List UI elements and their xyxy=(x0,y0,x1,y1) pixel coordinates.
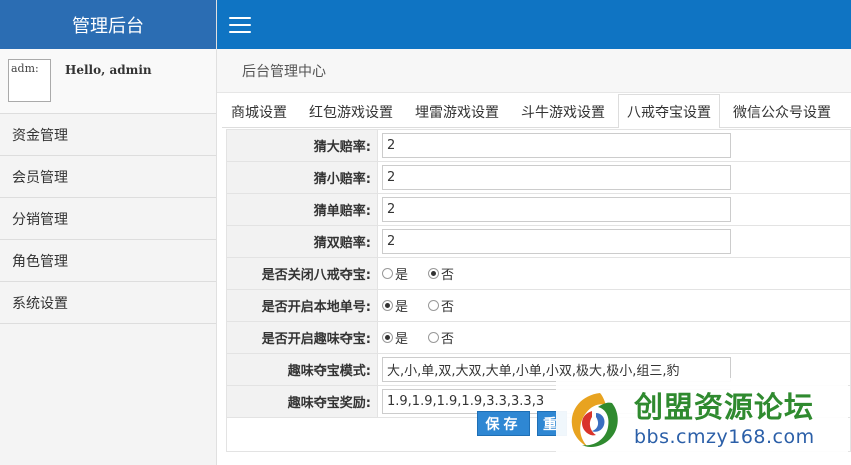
guess-odd-input[interactable] xyxy=(382,197,731,222)
sidebar-item-distribution[interactable]: 分销管理 xyxy=(0,198,216,240)
guess-small-input[interactable] xyxy=(382,165,731,190)
guess-even-input[interactable] xyxy=(382,229,731,254)
user-panel: adm: Hello, admin xyxy=(0,49,216,114)
fun-mode-on-radio-group: 是 否 xyxy=(382,328,850,347)
user-greeting: Hello, admin xyxy=(65,63,152,77)
tab-mine[interactable]: 埋雷游戏设置 xyxy=(406,96,508,127)
sidebar-item-roles[interactable]: 角色管理 xyxy=(0,240,216,282)
breadcrumb: 后台管理中心 xyxy=(217,49,851,93)
guess-small-label: 猜小赔率: xyxy=(226,161,378,194)
close-bajie-no-radio[interactable]: 否 xyxy=(428,264,454,283)
sidebar: 管理后台 adm: Hello, admin 资金管理 会员管理 分销管理 角色… xyxy=(0,0,217,465)
tab-niuniu[interactable]: 斗牛游戏设置 xyxy=(512,96,614,127)
fun-mode-label: 趣味夺宝模式: xyxy=(226,353,378,386)
local-order-radio-group: 是 否 xyxy=(382,296,850,315)
tab-mall[interactable]: 商城设置 xyxy=(222,96,296,127)
menu-toggle-icon[interactable] xyxy=(229,16,251,33)
local-order-no-radio[interactable]: 否 xyxy=(428,296,454,315)
close-bajie-radio-group: 是 否 xyxy=(382,264,850,283)
top-bar xyxy=(217,0,851,49)
watermark-url: bbs.cmzy168.com xyxy=(634,426,815,448)
guess-even-label: 猜双赔率: xyxy=(226,225,378,258)
sidebar-item-members[interactable]: 会员管理 xyxy=(0,156,216,198)
tab-redpacket[interactable]: 红包游戏设置 xyxy=(300,96,402,127)
watermark-title: 创盟资源论坛 xyxy=(634,390,815,424)
forum-watermark: 创盟资源论坛 bbs.cmzy168.com xyxy=(556,378,848,462)
local-order-label: 是否开启本地单号: xyxy=(226,289,378,322)
fun-mode-on-yes-radio[interactable]: 是 xyxy=(382,328,408,347)
tab-wechat[interactable]: 微信公众号设置 xyxy=(724,96,840,127)
fun-mode-on-no-radio[interactable]: 否 xyxy=(428,328,454,347)
close-bajie-label: 是否关闭八戒夺宝: xyxy=(226,257,378,290)
guess-odd-label: 猜单赔率: xyxy=(226,193,378,226)
sidebar-item-system[interactable]: 系统设置 xyxy=(0,282,216,324)
fun-mode-on-label: 是否开启趣味夺宝: xyxy=(226,321,378,354)
guess-big-input[interactable] xyxy=(382,133,731,158)
forum-logo-icon xyxy=(571,393,618,447)
save-button[interactable]: 保存 xyxy=(477,411,530,436)
settings-tabs: 商城设置 红包游戏设置 埋雷游戏设置 斗牛游戏设置 八戒夺宝设置 微信公众号设置 xyxy=(222,93,851,128)
close-bajie-yes-radio[interactable]: 是 xyxy=(382,264,408,283)
sidebar-item-funds[interactable]: 资金管理 xyxy=(0,114,216,156)
brand-title: 管理后台 xyxy=(0,0,216,49)
guess-big-label: 猜大赔率: xyxy=(226,129,378,162)
avatar: adm: xyxy=(8,59,51,102)
local-order-yes-radio[interactable]: 是 xyxy=(382,296,408,315)
fun-reward-label: 趣味夺宝奖励: xyxy=(226,385,378,418)
tab-bajie[interactable]: 八戒夺宝设置 xyxy=(618,94,720,128)
